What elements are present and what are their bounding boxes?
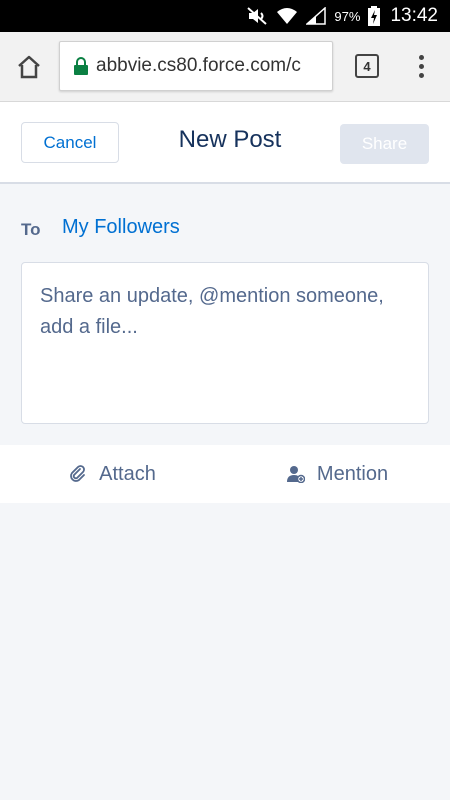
post-actions-bar: Attach Mention	[0, 445, 450, 503]
address-bar[interactable]: abbvie.cs80.force.com/c	[59, 41, 333, 91]
url-text: abbvie.cs80.force.com/c	[96, 55, 301, 76]
page-title: New Post	[178, 126, 282, 153]
mention-button[interactable]: Mention	[225, 445, 450, 503]
signal-icon	[306, 7, 327, 25]
battery-percentage: 97%	[334, 8, 361, 24]
mention-label: Mention	[316, 462, 389, 485]
cancel-button[interactable]: Cancel	[21, 122, 119, 163]
browser-toolbar: abbvie.cs80.force.com/c 4	[0, 32, 450, 102]
share-button[interactable]: Share	[340, 124, 429, 164]
clock: 13:42	[390, 5, 438, 26]
post-composer: To My Followers Share an update, @mentio…	[0, 184, 450, 445]
status-bar: 97% 13:42	[0, 0, 450, 32]
post-header: Cancel New Post Share	[0, 102, 450, 184]
paperclip-icon	[69, 465, 87, 483]
post-text-input[interactable]: Share an update, @mention someone, add a…	[21, 262, 429, 424]
battery-icon	[368, 6, 381, 26]
tabs-icon: 4	[363, 58, 371, 74]
home-icon	[16, 55, 42, 79]
audience-selector[interactable]: My Followers	[62, 216, 180, 239]
overflow-menu-dot	[418, 63, 424, 69]
wifi-icon	[276, 7, 298, 25]
home-button[interactable]	[0, 32, 58, 102]
overflow-menu-icon	[418, 54, 424, 60]
empty-content-area	[0, 503, 450, 800]
add-user-icon	[286, 465, 305, 483]
tabs-button[interactable]: 4	[355, 54, 379, 78]
overflow-menu-button[interactable]	[410, 50, 432, 82]
lock-icon	[74, 57, 88, 75]
mute-icon	[246, 7, 268, 25]
attach-button[interactable]: Attach	[0, 445, 225, 503]
to-label: To	[21, 220, 41, 239]
attach-label: Attach	[99, 462, 156, 485]
overflow-menu-dot	[418, 72, 424, 78]
